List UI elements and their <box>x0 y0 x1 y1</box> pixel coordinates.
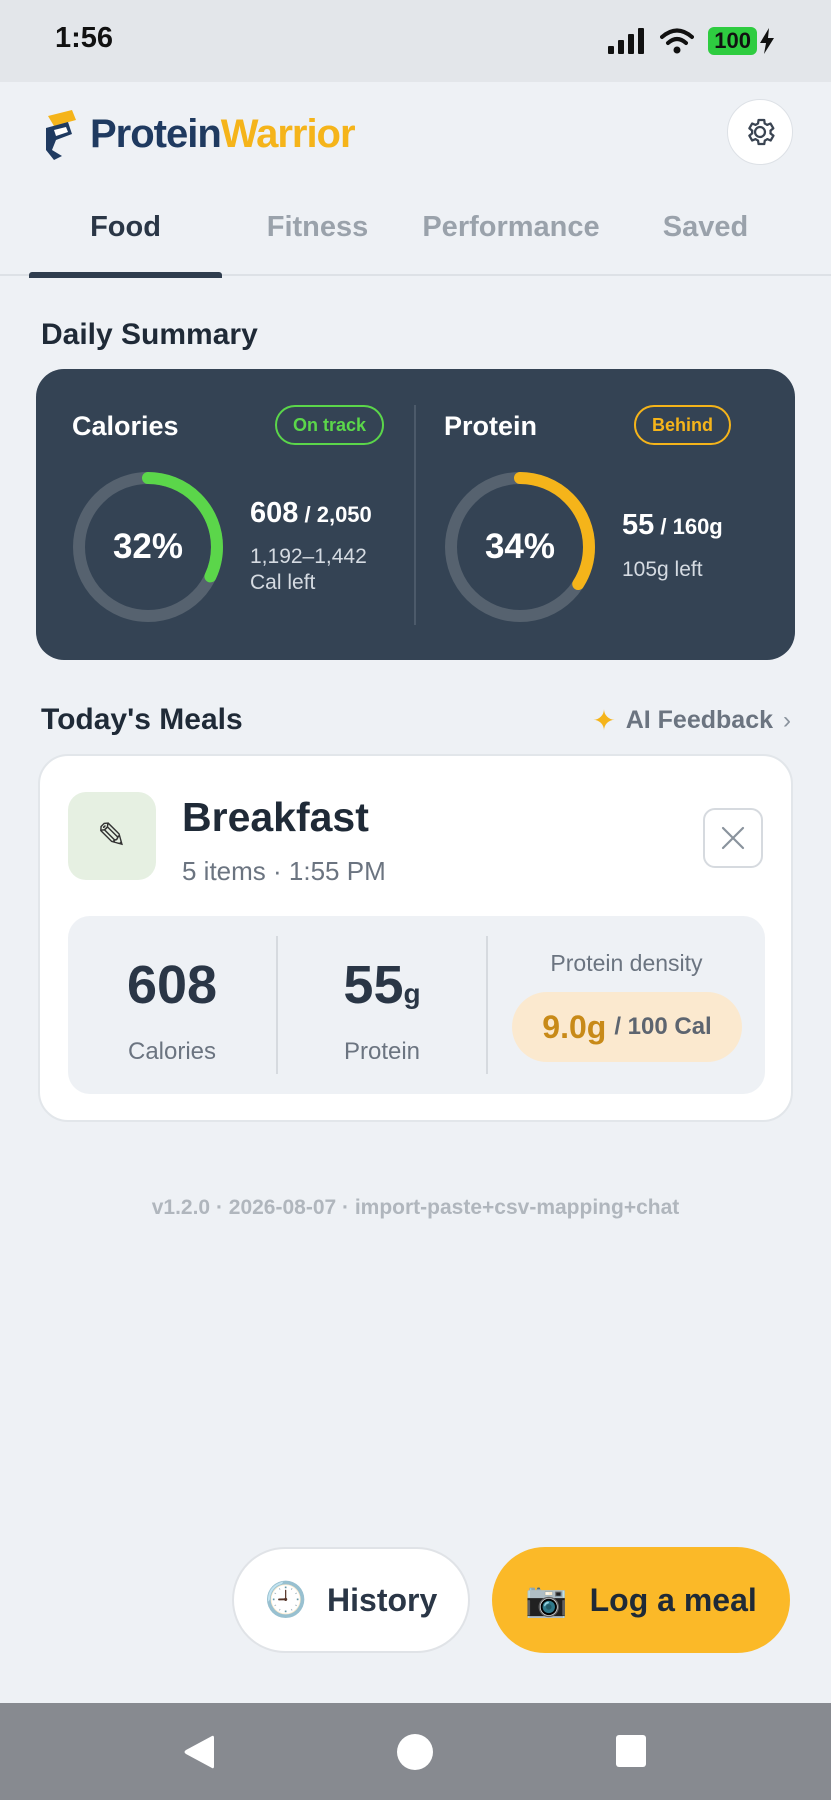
meal-protein-stat: 55g Protein <box>278 916 486 1094</box>
chevron-right-icon: › <box>783 706 791 734</box>
pencil-icon: ✎ <box>68 792 156 880</box>
status-icons: 100 <box>608 24 775 58</box>
log-meal-label: Log a meal <box>589 1581 757 1618</box>
delete-meal-button[interactable] <box>703 808 763 868</box>
meal-protein-number: 55 <box>343 955 404 1015</box>
signal-icon <box>608 28 645 54</box>
ai-feedback-link[interactable]: ✦ AI Feedback › <box>592 704 791 737</box>
system-nav-bar <box>0 1703 831 1800</box>
settings-button[interactable] <box>727 99 793 165</box>
meal-calories-stat: 608 Calories <box>68 916 276 1094</box>
calories-remaining: 1,192–1,442 Cal left <box>250 544 400 596</box>
todays-meals-title: Today's Meals <box>41 703 243 736</box>
status-bar: 1:56 100 <box>0 0 831 82</box>
app-header: ProteinWarrior <box>0 82 831 192</box>
app-name-part1: Protein <box>90 111 222 156</box>
calories-goal: / 2,050 <box>298 502 372 527</box>
protein-status-badge: Behind <box>634 405 731 445</box>
calories-remaining-range: 1,192–1,442 <box>250 545 367 568</box>
ai-feedback-label: AI Feedback <box>625 706 773 734</box>
protein-goal: / 160g <box>654 514 723 539</box>
meal-protein-label: Protein <box>343 1038 421 1065</box>
protein-density-badge: 9.0g / 100 Cal <box>512 992 742 1062</box>
tab-bar: Food Fitness Performance Saved <box>0 192 831 278</box>
close-icon <box>721 826 745 850</box>
meal-title: Breakfast <box>182 794 369 840</box>
meals-header: Today's Meals ✦ AI Feedback › <box>36 700 795 740</box>
sparkle-icon: ✦ <box>592 705 616 736</box>
protein-consumed-value: 55 <box>622 509 655 541</box>
protein-density-value: 9.0g <box>542 1008 607 1045</box>
history-label: History <box>327 1581 438 1618</box>
battery-indicator: 100 <box>708 27 775 55</box>
meal-density-stat: Protein density 9.0g / 100 Cal <box>488 916 765 1094</box>
app-name: ProteinWarrior <box>90 111 356 157</box>
calories-label: Calories <box>72 411 179 441</box>
calories-consumed-value: 608 <box>250 497 299 529</box>
camera-icon: 📷 <box>525 1581 568 1619</box>
log-meal-button[interactable]: 📷 Log a meal <box>492 1547 790 1653</box>
back-icon[interactable] <box>182 1733 216 1771</box>
tab-fitness[interactable]: Fitness <box>221 192 414 276</box>
meal-protein-value: 55g <box>278 954 486 1016</box>
calories-summary: Calories On track 32% 608 / 2,050 1,192–… <box>36 369 408 660</box>
daily-summary-title: Daily Summary <box>41 318 258 351</box>
protein-consumed: 55 / 160g <box>622 509 723 542</box>
calories-remaining-label: Cal left <box>250 571 316 594</box>
wifi-icon <box>660 28 695 54</box>
version-text: v1.2.0 · 2026-08-07 · import-paste+csv-m… <box>151 1196 680 1219</box>
protein-label: Protein <box>444 411 538 441</box>
status-time: 1:56 <box>55 22 114 54</box>
history-button[interactable]: 🕘 History <box>232 1547 470 1653</box>
gear-icon <box>748 118 775 146</box>
daily-summary-card: Calories On track 32% 608 / 2,050 1,192–… <box>36 369 795 660</box>
tab-food[interactable]: Food <box>29 192 222 278</box>
calories-percent: 32% <box>112 527 184 566</box>
meal-calories-value: 608 <box>126 955 218 1015</box>
charging-icon <box>760 28 774 54</box>
protein-summary: Protein Behind 34% 55 / 160g 105g left <box>408 369 780 660</box>
app-logo: ProteinWarrior <box>42 106 356 162</box>
warrior-logo-icon <box>46 110 76 160</box>
meal-protein-unit: g <box>403 978 421 1009</box>
home-icon[interactable] <box>397 1734 433 1770</box>
tab-saved[interactable]: Saved <box>609 192 802 276</box>
protein-remaining: 105g left <box>622 558 703 581</box>
battery-level: 100 <box>708 27 757 55</box>
protein-percent: 34% <box>484 527 556 566</box>
calories-consumed: 608 / 2,050 <box>250 497 372 530</box>
protein-density-unit: / 100 Cal <box>614 1013 712 1040</box>
meal-subtitle: 5 items · 1:55 PM <box>182 856 386 886</box>
calories-status-badge: On track <box>275 405 385 445</box>
tab-performance[interactable]: Performance <box>414 192 608 276</box>
meal-stats: 608 Calories 55g Protein Protein density… <box>68 916 765 1094</box>
recent-apps-icon[interactable] <box>616 1735 646 1767</box>
meal-calories-label: Calories <box>127 1038 217 1065</box>
meal-card[interactable]: ✎ Breakfast 5 items · 1:55 PM 608 Calori… <box>38 754 793 1122</box>
app-name-part2: Warrior <box>220 111 356 156</box>
protein-density-label: Protein density <box>550 950 703 976</box>
clock-icon: 🕘 <box>264 1581 308 1619</box>
